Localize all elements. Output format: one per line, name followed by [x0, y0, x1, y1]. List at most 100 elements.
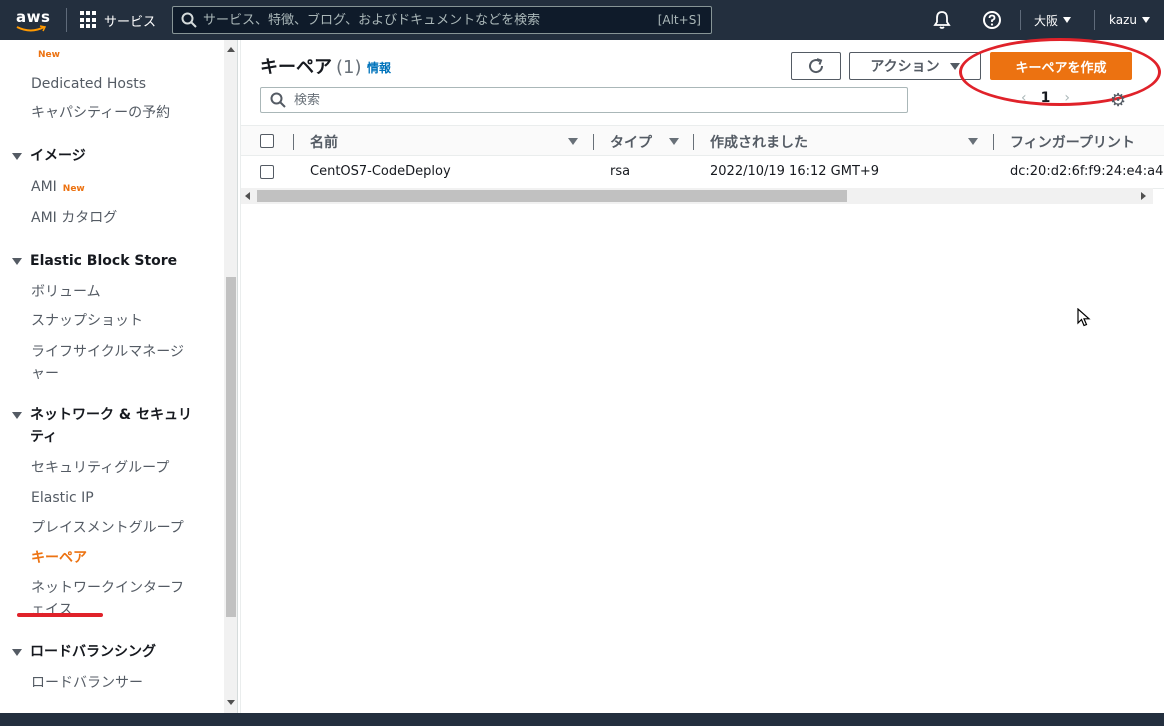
refresh-button[interactable]	[791, 52, 841, 80]
column-divider	[693, 134, 694, 150]
region-selector[interactable]: 大阪	[1034, 0, 1072, 40]
sidebar-item-volumes[interactable]: ボリューム	[31, 281, 101, 303]
pagination: ‹ 1 ›	[1021, 90, 1070, 106]
main-content: キーペア(1) 情報 アクション キーペアを作成 ‹ 1 › ⚙ 名前 タイプ …	[240, 38, 1164, 713]
caret-down-icon	[12, 412, 22, 419]
search-shortcut: [Alt+S]	[657, 13, 701, 27]
sidebar-item-snapshots[interactable]: スナップショット	[31, 310, 143, 332]
section-title: ネットワーク & セキュリ ティ	[30, 404, 192, 448]
sidebar-item-label: ネットワークインターフ	[31, 580, 185, 596]
new-badge: New	[62, 184, 85, 194]
actions-label: アクション	[870, 59, 940, 75]
search-icon	[181, 12, 197, 28]
scrollbar-thumb[interactable]	[226, 277, 236, 617]
sidebar-item-load-balancers[interactable]: ロードバランサー	[31, 672, 143, 694]
cell-fingerprint: dc:20:d2:6f:f9:24:e4:a4	[1010, 164, 1164, 179]
select-all-checkbox[interactable]	[260, 134, 274, 148]
info-link[interactable]: 情報	[367, 59, 391, 76]
refresh-icon	[809, 58, 824, 74]
account-menu[interactable]: kazu	[1109, 0, 1150, 40]
sidebar-item-label: AMI	[31, 179, 57, 195]
table-row[interactable]: CentOS7-CodeDeploy rsa 2022/10/19 16:12 …	[241, 157, 1164, 189]
sidebar-item-ami[interactable]: AMI New	[31, 176, 85, 200]
sidebar: New Dedicated Hosts キャパシティーの予約 イメージ AMI N…	[0, 40, 224, 713]
sidebar-section-images[interactable]: イメージ	[12, 145, 86, 167]
sidebar-section-ebs[interactable]: Elastic Block Store	[12, 250, 177, 272]
sidebar-item-ami-catalog[interactable]: AMI カタログ	[31, 207, 117, 229]
mouse-cursor-icon	[1077, 308, 1091, 327]
user-name: kazu	[1109, 13, 1137, 27]
column-divider	[993, 134, 994, 150]
sidebar-item-key-pairs[interactable]: キーペア	[31, 547, 87, 569]
scroll-down-icon[interactable]	[227, 700, 235, 705]
sidebar-item-label: ャー	[31, 366, 59, 382]
new-badge: New	[38, 50, 60, 60]
region-label: 大阪	[1034, 13, 1059, 28]
scroll-right-icon[interactable]	[1141, 192, 1146, 200]
sidebar-item-lifecycle-manager[interactable]: ライフサイクルマネージ ャー	[31, 341, 184, 385]
cell-name: CentOS7-CodeDeploy	[310, 164, 451, 179]
nav-divider	[1020, 10, 1021, 30]
column-header-type[interactable]: タイプ	[610, 132, 652, 152]
chevron-left-icon[interactable]: ‹	[1021, 90, 1027, 106]
caret-down-icon	[1142, 17, 1150, 23]
sort-icon[interactable]	[968, 138, 978, 145]
services-menu[interactable]: サービス	[80, 9, 156, 31]
section-title-line: ネットワーク & セキュリ	[30, 407, 192, 423]
sidebar-section-load-balancing[interactable]: ロードバランシング	[12, 641, 156, 663]
global-search-input[interactable]	[203, 12, 658, 28]
services-label: サービス	[104, 14, 157, 30]
sidebar-item-capacity-reservations[interactable]: キャパシティーの予約	[31, 102, 170, 124]
row-checkbox[interactable]	[260, 165, 274, 179]
chevron-right-icon[interactable]: ›	[1064, 90, 1070, 106]
column-header-name[interactable]: 名前	[310, 132, 338, 152]
section-title: Elastic Block Store	[30, 253, 178, 269]
search-icon	[270, 92, 286, 108]
scroll-left-icon[interactable]	[245, 192, 250, 200]
caret-down-icon	[12, 649, 22, 656]
nav-divider	[66, 8, 67, 32]
sidebar-section-network-security[interactable]: ネットワーク & セキュリ ティ	[12, 404, 192, 448]
grid-icon	[80, 11, 98, 29]
global-search[interactable]: [Alt+S]	[172, 6, 712, 34]
page-number[interactable]: 1	[1041, 90, 1051, 106]
sidebar-item-dedicated-hosts[interactable]: Dedicated Hosts	[31, 73, 146, 95]
aws-logo-text: aws	[16, 8, 51, 26]
section-title-line: ティ	[30, 429, 58, 445]
page-title: キーペア (1)	[260, 53, 362, 79]
column-header-created[interactable]: 作成されました	[710, 132, 808, 152]
sidebar-item-label: ライフサイクルマネージ	[31, 344, 185, 360]
aws-logo[interactable]: aws	[12, 6, 56, 34]
sidebar-item-placement-groups[interactable]: プレイスメントグループ	[31, 517, 184, 539]
scroll-up-icon[interactable]	[227, 47, 235, 52]
item-count: (1)	[336, 57, 362, 78]
gear-icon[interactable]: ⚙	[1110, 90, 1126, 111]
sort-icon[interactable]	[669, 138, 679, 145]
table-horizontal-scrollbar[interactable]	[241, 188, 1153, 204]
sidebar-scrollbar[interactable]	[224, 40, 238, 713]
nav-divider	[1094, 10, 1095, 30]
caret-down-icon	[12, 153, 22, 160]
column-divider	[293, 134, 294, 150]
cell-type: rsa	[610, 164, 631, 179]
search-input[interactable]	[294, 92, 907, 108]
scrollbar-thumb[interactable]	[257, 190, 847, 202]
help-button[interactable]	[982, 0, 1002, 40]
caret-down-icon	[12, 258, 22, 265]
table-header: 名前 タイプ 作成されました フィンガープリント	[241, 125, 1164, 156]
caret-down-icon	[949, 62, 960, 70]
cell-created: 2022/10/19 16:12 GMT+9	[710, 164, 880, 179]
sidebar-item-security-groups[interactable]: セキュリティグループ	[31, 457, 169, 479]
footer-bar	[0, 713, 1164, 726]
caret-down-icon	[1063, 17, 1072, 23]
sort-icon[interactable]	[568, 138, 578, 145]
aws-smile-icon	[16, 25, 46, 32]
column-header-fingerprint[interactable]: フィンガープリント	[1010, 132, 1135, 152]
top-nav: aws サービス [Alt+S] 大阪	[0, 0, 1164, 40]
notifications-button[interactable]	[932, 0, 952, 40]
key-pair-search[interactable]	[260, 87, 908, 113]
help-icon	[983, 11, 1001, 29]
section-title: ロードバランシング	[30, 644, 156, 660]
bell-icon	[933, 11, 951, 29]
sidebar-item-elastic-ip[interactable]: Elastic IP	[31, 487, 94, 509]
